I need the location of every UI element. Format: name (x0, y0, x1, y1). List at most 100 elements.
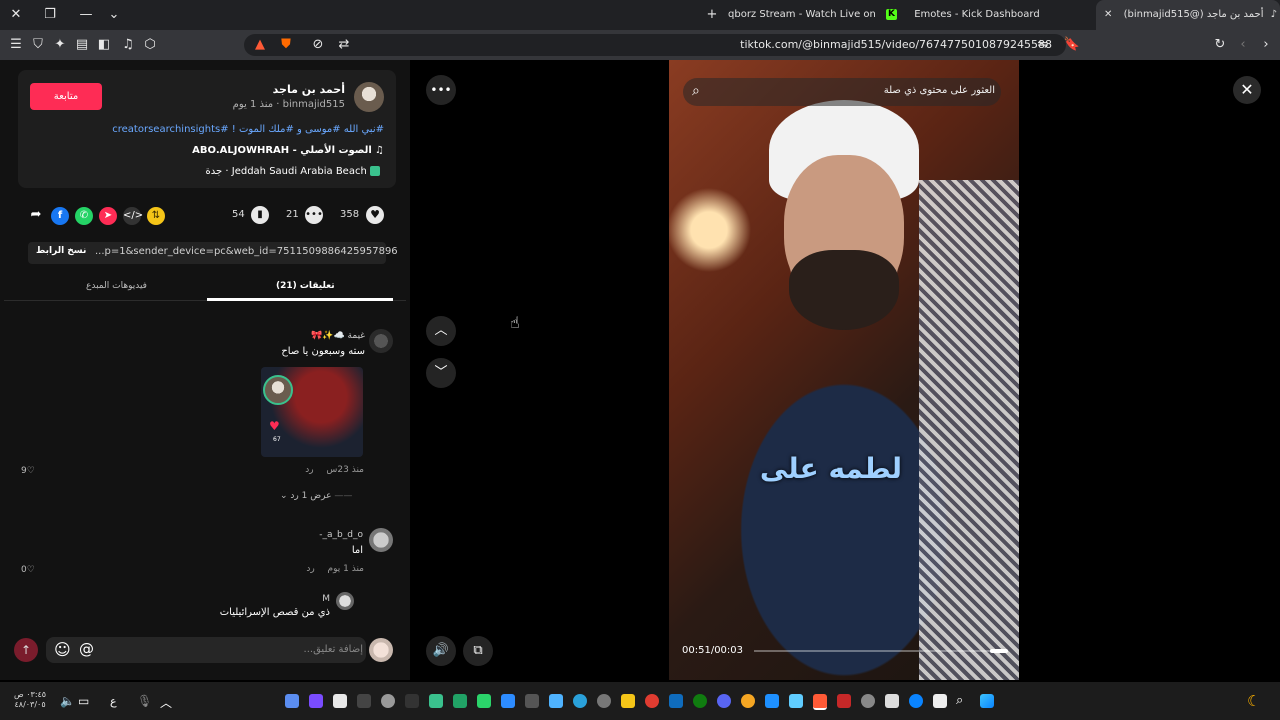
mention-button[interactable]: @ (79, 640, 94, 658)
app-icon[interactable] (501, 694, 515, 708)
comment-sticker-image[interactable]: ♥ 67 (261, 367, 363, 457)
network-icon[interactable]: ▭ (78, 694, 89, 708)
shield-icon[interactable]: ⛉ (28, 35, 48, 55)
app-icon[interactable] (285, 694, 299, 708)
app-icon[interactable] (861, 694, 875, 708)
app-icon[interactable] (837, 694, 851, 708)
video-search-placeholder[interactable]: العثور على محتوى ذي صلة (884, 85, 995, 96)
reply-link[interactable]: رد (306, 564, 314, 574)
app-icon[interactable] (429, 694, 443, 708)
tab-tiktok[interactable]: ✕ (binmajid515@) أحمد بن ماجد ♪ (1096, 0, 1280, 30)
puzzle-icon[interactable]: ⬡ (140, 35, 160, 55)
embed-code-icon[interactable]: </> (123, 207, 143, 225)
commenter-avatar[interactable] (369, 329, 393, 353)
video-progress-track[interactable] (754, 650, 1008, 652)
reload-icon[interactable]: ↻ (1210, 35, 1230, 55)
url-text[interactable]: tiktok.com/@binmajid515/video/7674775010… (740, 34, 1052, 56)
xbox-icon[interactable] (693, 694, 707, 708)
caption-hashtags[interactable]: #نبي الله #موسى و #ملك الموت ! #creators… (112, 124, 384, 135)
system-clock[interactable]: ٠٣:٤٥ ص ٤٨/٠٣/٠٥ (14, 690, 46, 710)
chrome-icon[interactable] (381, 694, 395, 708)
picture-in-picture-icon[interactable]: ⧉ (463, 636, 493, 666)
minimize-window-icon[interactable]: — (76, 5, 96, 25)
follow-button[interactable]: متابعة (30, 83, 102, 110)
search-icon[interactable]: ⌕ (692, 83, 700, 99)
commenter-avatar[interactable] (336, 592, 354, 610)
excel-icon[interactable] (453, 694, 467, 708)
like-heart-icon[interactable]: ♥ (366, 206, 384, 224)
share-arrow-icon[interactable]: ➦ (28, 207, 44, 223)
tray-chevron-up-icon[interactable]: ︿ (160, 694, 172, 711)
send-to-friends-icon[interactable]: ➤ (99, 207, 117, 225)
notepad-icon[interactable] (333, 694, 347, 708)
menu-icon[interactable]: ☰ (6, 35, 26, 55)
app-icon[interactable] (621, 694, 635, 708)
language-indicator[interactable]: ع (110, 695, 117, 708)
app-icon[interactable] (645, 694, 659, 708)
app-icon[interactable] (885, 694, 899, 708)
microphone-icon[interactable]: 🎙 (137, 694, 152, 708)
repost-icon[interactable]: ⇅ (147, 207, 165, 225)
music-title[interactable]: ♫ الصوت الأصلي - ABO.ALJOWHRAH (192, 145, 384, 156)
commenter-name[interactable]: M (322, 594, 330, 604)
emoji-icon[interactable]: ☺ (54, 640, 71, 659)
telegram-icon[interactable] (573, 694, 587, 708)
volume-icon[interactable]: 🔊 (426, 636, 456, 666)
tab-kick-dashboard[interactable]: K Emotes - Kick Dashboard K (886, 0, 1076, 30)
bookmark-icon[interactable]: 🔖 (1062, 35, 1082, 55)
windows-start-icon[interactable] (980, 694, 994, 708)
commenter-name[interactable]: غيمة ☁️✨🎀 (311, 331, 365, 341)
warning-icon[interactable]: ▲ (250, 35, 270, 55)
post-comment-arrow-icon[interactable]: ↑ (14, 638, 38, 662)
app-icon[interactable] (405, 694, 419, 708)
share-link-text[interactable]: ...p=1&sender_device=pc&web_id=751150988… (95, 246, 398, 257)
new-tab-button[interactable]: + (702, 5, 722, 25)
comment-input-placeholder[interactable]: إضافة تعليق... (304, 644, 363, 655)
comment-like[interactable]: 0♡ (21, 565, 35, 575)
view-replies-button[interactable]: ⌄ عرض 1 رد —— (280, 491, 352, 501)
copy-link-button[interactable]: نسخ الرابط (36, 246, 86, 256)
commenter-name[interactable]: a_b_d_o_- (319, 530, 363, 540)
app-icon[interactable] (525, 694, 539, 708)
speaker-icon[interactable]: 🔈 (60, 694, 75, 708)
weather-moon-icon[interactable]: ☾ (1247, 692, 1260, 710)
comment-like[interactable]: 9♡ (21, 466, 35, 476)
app-icon[interactable] (357, 694, 371, 708)
close-window-icon[interactable]: ✕ (6, 5, 26, 25)
app-icon[interactable] (669, 694, 683, 708)
app-icon[interactable] (933, 694, 947, 708)
edge-icon[interactable] (909, 694, 923, 708)
reply-link[interactable]: رد (305, 465, 313, 475)
close-video-icon[interactable]: ✕ (1233, 76, 1261, 104)
author-name[interactable]: أحمد بن ماجد (273, 83, 345, 96)
app-icon[interactable] (789, 694, 803, 708)
no-tracking-icon[interactable]: ⊘ (308, 35, 328, 55)
save-bookmark-icon[interactable]: ▮ (251, 206, 269, 224)
sidebar-icon[interactable]: ◧ (94, 35, 114, 55)
reader-icon[interactable]: ▤ (72, 35, 92, 55)
close-tab-icon[interactable]: ✕ (1104, 9, 1112, 20)
tab-creator-videos[interactable]: فيديوهات المبدع (86, 281, 147, 291)
comment-bubble-icon[interactable]: ••• (305, 206, 323, 224)
tab-comments[interactable]: (21) تعليقات (276, 281, 335, 291)
tab-kick-stream[interactable]: qborz Stream - Watch Live on Kick (728, 0, 878, 30)
app-icon[interactable] (309, 694, 323, 708)
location-tag[interactable]: Jeddah Saudi Arabia Beach · جدة (206, 166, 380, 177)
video-progress-handle[interactable] (990, 649, 1008, 653)
previous-video-chevron-up-icon[interactable]: ︿ (426, 316, 456, 346)
restore-window-icon[interactable]: ❐ (40, 5, 60, 25)
whatsapp-icon[interactable]: ✆ (75, 207, 93, 225)
app-icon[interactable] (765, 694, 779, 708)
app-icon[interactable] (477, 694, 491, 708)
brave-browser-icon[interactable] (813, 694, 827, 710)
facebook-icon[interactable]: f (51, 207, 69, 225)
music-icon[interactable]: ♫ (118, 35, 138, 55)
forward-icon[interactable]: › (1256, 35, 1276, 55)
back-icon[interactable]: ‹ (1233, 35, 1253, 55)
next-video-chevron-down-icon[interactable]: ﹀ (426, 358, 456, 388)
brave-shield-icon[interactable]: ⛊ (276, 35, 296, 55)
app-icon[interactable] (549, 694, 563, 708)
taskbar-search-icon[interactable]: ⌕ (956, 693, 963, 708)
translate-icon[interactable]: ⇄ (334, 35, 354, 55)
author-avatar[interactable] (354, 82, 384, 112)
